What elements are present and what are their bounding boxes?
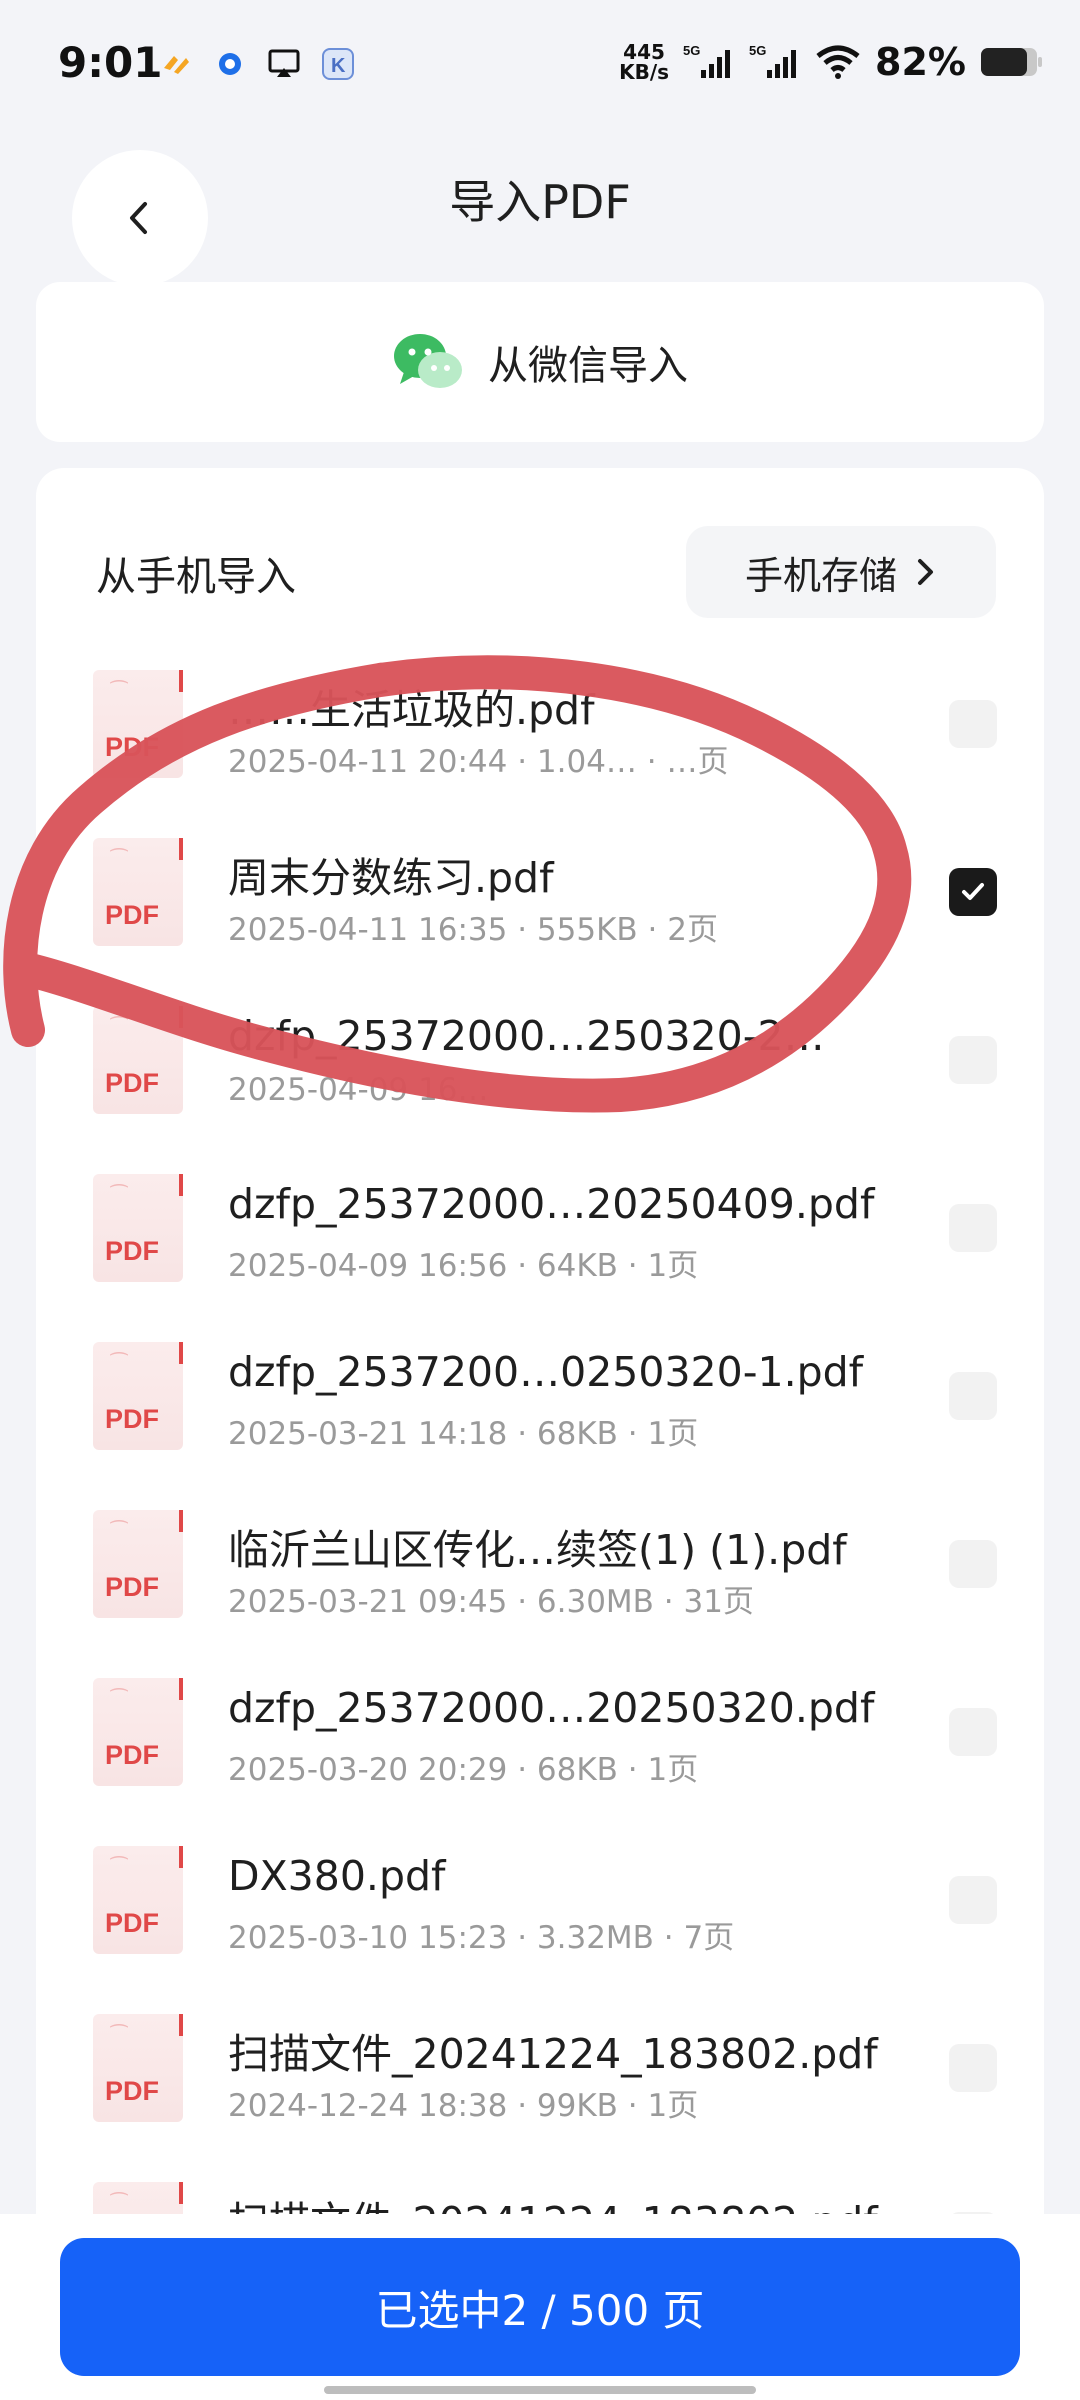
pdf-file-icon: ⁀ PDF	[93, 1006, 183, 1114]
file-row[interactable]: ⁀ PDF ……生活垃圾的.pdf 2025-04-11 20:44 · 1.04… …	[36, 644, 1044, 812]
wifi-icon	[816, 45, 860, 79]
acrobat-mark-icon: ⁀	[111, 848, 128, 872]
file-meta: 2025-03-10 15:23 · 3.32MB · 7页	[228, 1920, 735, 1956]
file-name: dzfp_25372000…20250409.pdf	[228, 1180, 875, 1228]
pdf-file-icon: ⁀ PDF	[93, 1510, 183, 1618]
bottom-bar: 已选中2 / 500 页	[0, 2214, 1080, 2400]
circle-notification-icon	[219, 53, 241, 75]
file-name: 周末分数练习.pdf	[228, 854, 554, 902]
file-row[interactable]: ⁀ PDF dzfp_25372000…20250320.pdf 2025-03-20…	[36, 1652, 1044, 1820]
acrobat-mark-icon: ⁀	[111, 2192, 128, 2216]
signal-icon-sim2: 5G	[749, 43, 797, 78]
file-meta: 2025-04-09 16…	[228, 1072, 489, 1108]
acrobat-mark-icon: ⁀	[111, 1016, 128, 1040]
section-title: 从手机导入	[96, 554, 296, 600]
file-list: ⁀ PDF ……生活垃圾的.pdf 2025-04-11 20:44 · 1.04… …	[36, 644, 1044, 2324]
checkmark-icon	[962, 883, 984, 900]
file-row[interactable]: ⁀ PDF 扫描文件_20241224_183802.pdf 2024-12-24 1…	[36, 1988, 1044, 2156]
pdf-file-icon: ⁀ PDF	[93, 670, 183, 778]
file-name: 临沂兰山区传化…续签(1) (1).pdf	[228, 1526, 847, 1574]
file-meta: 2025-04-11 16:35 · 555KB · 2页	[228, 912, 718, 948]
page-title: 导入PDF	[449, 175, 631, 229]
checkbox-unchecked[interactable]	[949, 700, 997, 748]
system-indicators: 445 KB/s 5G 5G 82%	[619, 40, 1044, 84]
network-speed: 445 KB/s	[619, 40, 670, 84]
file-row[interactable]: ⁀ PDF dzfp_25372000…250320-2… 2025-04-09 16…	[36, 980, 1044, 1148]
chevron-right-icon	[918, 559, 933, 585]
file-name: dzfp_2537200…0250320-1.pdf	[228, 1348, 864, 1396]
checkbox-unchecked[interactable]	[949, 1036, 997, 1084]
file-meta: 2025-03-21 09:45 · 6.30MB · 31页	[228, 1584, 754, 1620]
file-row[interactable]: ⁀ PDF dzfp_2537200…0250320-1.pdf 2025-03-21…	[36, 1316, 1044, 1484]
pdf-file-icon: ⁀ PDF	[93, 838, 183, 946]
checkbox-unchecked[interactable]	[949, 1372, 997, 1420]
pdf-badge: PDF	[105, 2076, 159, 2106]
file-row[interactable]: ⁀ PDF DX380.pdf 2025-03-10 15:23 · 3.32MB ·…	[36, 1820, 1044, 1988]
phone-storage-button[interactable]: 手机存储	[686, 526, 996, 618]
pdf-file-icon: ⁀ PDF	[93, 1846, 183, 1954]
app-notification-icon	[164, 56, 189, 74]
checkbox-unchecked[interactable]	[949, 1876, 997, 1924]
pdf-badge: PDF	[105, 1908, 159, 1938]
pdf-badge: PDF	[105, 1068, 159, 1098]
svg-text:5G: 5G	[683, 43, 700, 58]
svg-text:K: K	[331, 55, 346, 77]
file-meta: 2025-04-09 16:56 · 64KB · 1页	[228, 1248, 699, 1284]
signal-icon-sim1: 5G	[683, 43, 731, 78]
checkbox-unchecked[interactable]	[949, 1540, 997, 1588]
file-name: dzfp_25372000…20250320.pdf	[228, 1684, 875, 1732]
svg-text:5G: 5G	[749, 43, 766, 58]
pdf-badge: PDF	[105, 1572, 159, 1602]
status-time: 9:01	[58, 38, 163, 87]
checkbox-unchecked[interactable]	[949, 2044, 997, 2092]
notification-icons: K	[158, 46, 356, 82]
acrobat-mark-icon: ⁀	[111, 2024, 128, 2048]
pdf-file-icon: ⁀ PDF	[93, 1342, 183, 1450]
import-from-wechat-button[interactable]: 从微信导入	[36, 282, 1044, 442]
acrobat-mark-icon: ⁀	[111, 1352, 128, 1376]
checkbox-checked[interactable]	[949, 868, 997, 916]
phone-storage-label: 手机存储	[744, 553, 897, 598]
file-row[interactable]: ⁀ PDF 周末分数练习.pdf 2025-04-11 16:35 · 555KB ·…	[36, 812, 1044, 980]
wechat-import-label: 从微信导入	[488, 343, 688, 389]
file-name: DX380.pdf	[228, 1852, 446, 1900]
file-meta: 2025-04-11 20:44 · 1.04… · …页	[228, 744, 729, 780]
file-row[interactable]: ⁀ PDF dzfp_25372000…20250409.pdf 2025-04-09…	[36, 1148, 1044, 1316]
pdf-file-icon: ⁀ PDF	[93, 2014, 183, 2122]
file-meta: 2025-03-21 14:18 · 68KB · 1页	[228, 1416, 699, 1452]
screencast-icon	[268, 49, 300, 77]
file-name: ……生活垃圾的.pdf	[228, 686, 595, 734]
file-name: 扫描文件_20241224_183802.pdf	[228, 2030, 878, 2078]
pdf-file-icon: ⁀ PDF	[93, 1678, 183, 1786]
home-indicator[interactable]	[324, 2386, 756, 2394]
file-meta: 2025-03-20 20:29 · 68KB · 1页	[228, 1752, 699, 1788]
battery-icon	[981, 48, 1042, 76]
pdf-badge: PDF	[105, 900, 159, 930]
acrobat-mark-icon: ⁀	[111, 1184, 128, 1208]
status-bar: 9:01 K 445 KB/s 5G 5G 82%	[0, 0, 1080, 130]
pdf-badge: PDF	[105, 1236, 159, 1266]
file-meta: 2024-12-24 18:38 · 99KB · 1页	[228, 2088, 699, 2124]
file-name: dzfp_25372000…250320-2…	[228, 1012, 825, 1060]
wechat-icon	[394, 334, 462, 388]
pdf-badge: PDF	[105, 1740, 159, 1770]
checkbox-unchecked[interactable]	[949, 1204, 997, 1252]
battery-percentage: 82%	[875, 40, 966, 84]
acrobat-mark-icon: ⁀	[111, 1520, 128, 1544]
acrobat-mark-icon: ⁀	[111, 1856, 128, 1880]
app-k-icon: K	[322, 48, 354, 80]
checkbox-unchecked[interactable]	[949, 1708, 997, 1756]
phone-import-section: 从手机导入 手机存储 ⁀ PDF ……生活垃圾的.pdf 2025-04-11 20:…	[36, 468, 1044, 2290]
pdf-badge: PDF	[105, 732, 159, 762]
acrobat-mark-icon: ⁀	[111, 1688, 128, 1712]
confirm-import-button[interactable]: 已选中2 / 500 页	[60, 2238, 1020, 2376]
file-row[interactable]: ⁀ PDF 临沂兰山区传化…续签(1) (1).pdf 2025-03-21 09:4…	[36, 1484, 1044, 1652]
pdf-badge: PDF	[105, 1404, 159, 1434]
pdf-file-icon: ⁀ PDF	[93, 1174, 183, 1282]
acrobat-mark-icon: ⁀	[111, 680, 128, 704]
